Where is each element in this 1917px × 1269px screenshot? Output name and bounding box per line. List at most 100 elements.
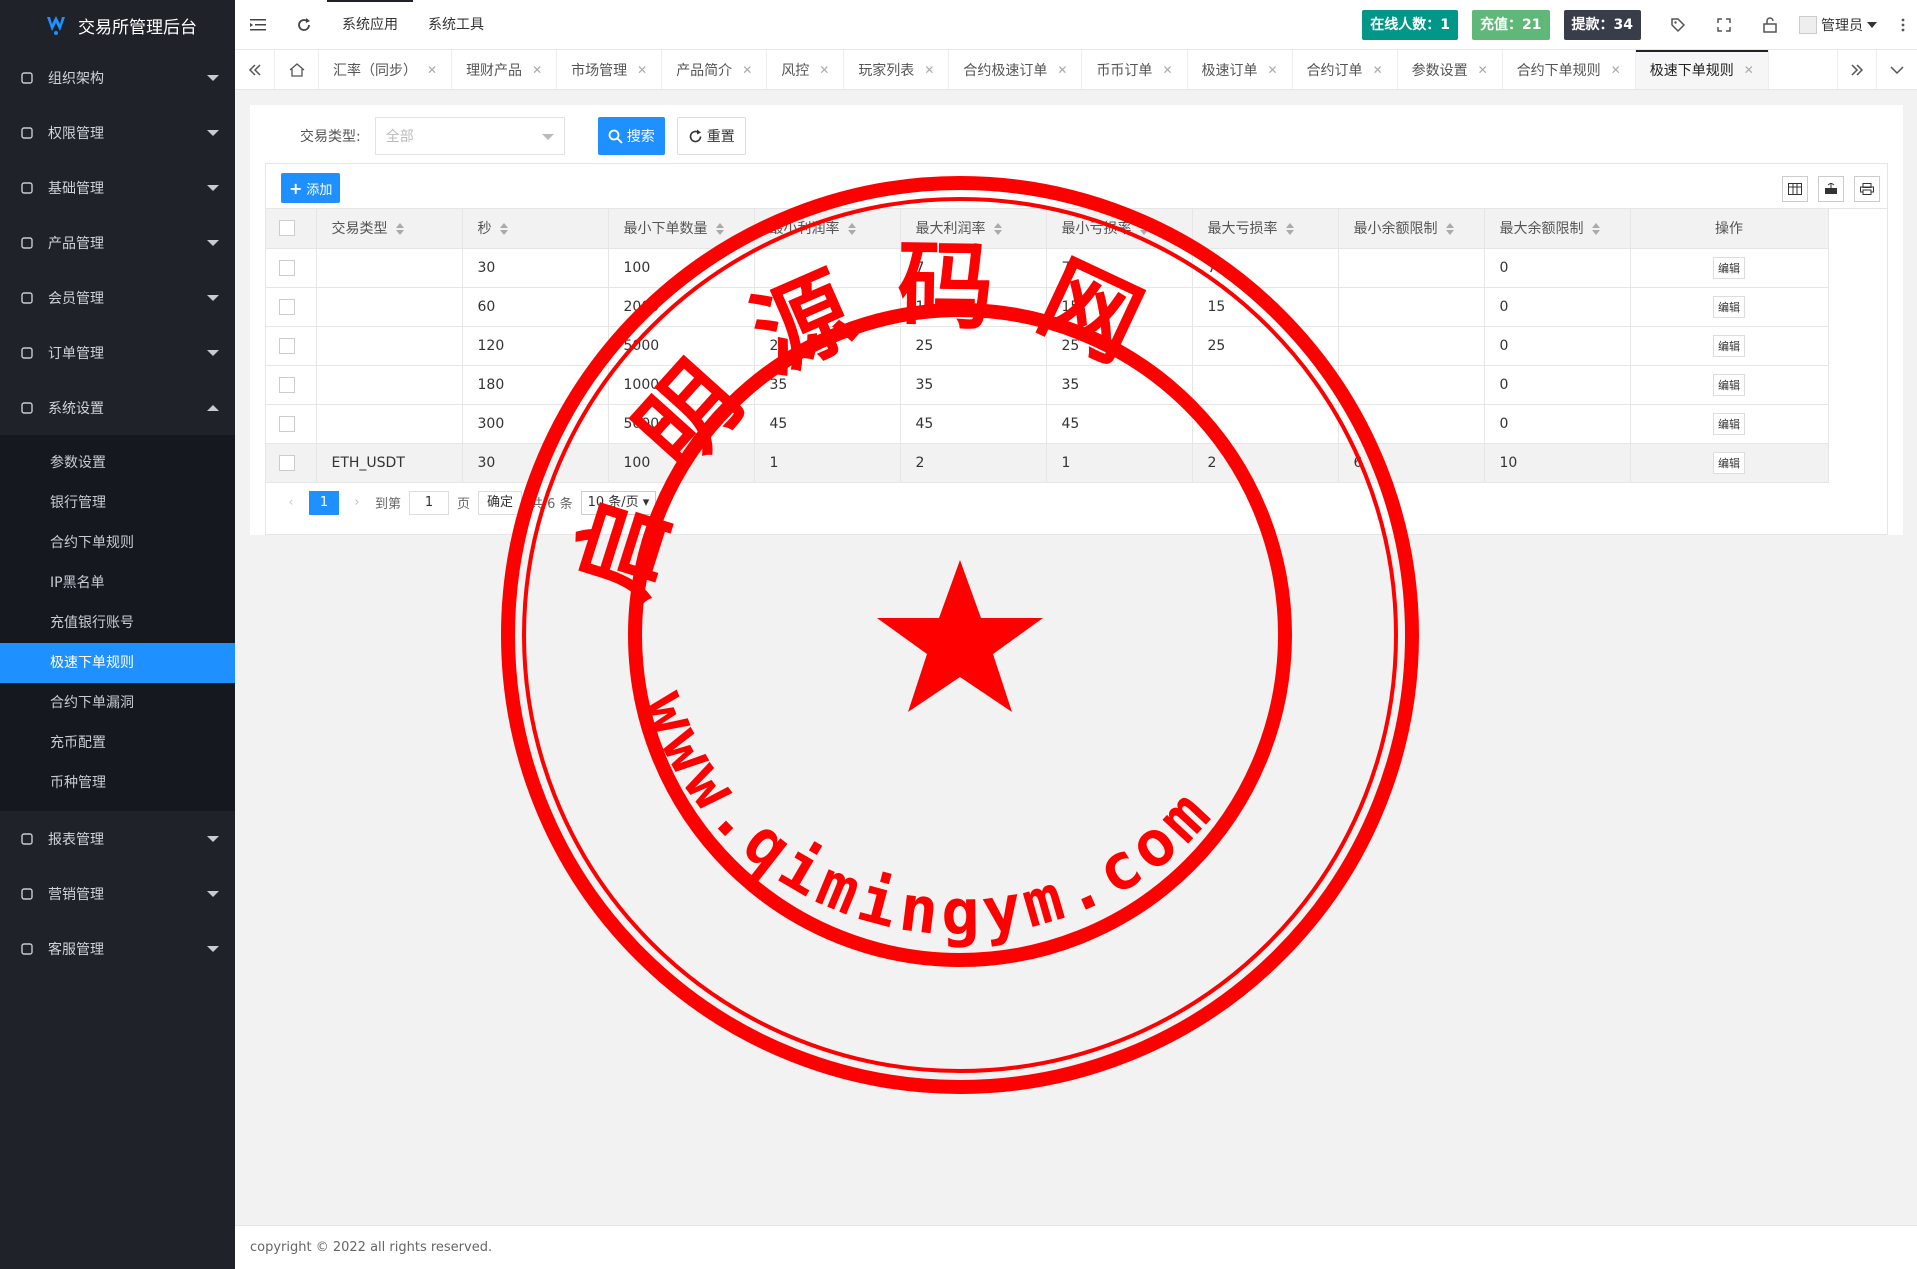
online-count-badge[interactable]: 在线人数：1: [1362, 9, 1459, 40]
tab-item[interactable]: 合约订单 ✕: [1293, 50, 1398, 89]
page-confirm-button[interactable]: 确定: [478, 490, 523, 515]
column-header[interactable]: 最小下单数量: [608, 209, 755, 249]
column-header[interactable]: 最小余额限制: [1338, 209, 1485, 249]
add-button[interactable]: + 添加: [281, 173, 341, 203]
recharge-count-badge[interactable]: 充值：21: [1472, 9, 1550, 40]
trade-type-select[interactable]: 全部: [374, 117, 565, 155]
next-page-icon[interactable]: ›: [347, 495, 367, 510]
close-icon[interactable]: ✕: [1162, 63, 1172, 77]
tab-item[interactable]: 参数设置 ✕: [1398, 50, 1503, 89]
submenu-item[interactable]: 合约下单规则: [0, 523, 235, 563]
app-logo[interactable]: 交易所管理后台: [0, 0, 235, 50]
tab-item[interactable]: 产品简介 ✕: [662, 50, 768, 89]
more-vertical-icon[interactable]: [1889, 0, 1917, 50]
close-icon[interactable]: ✕: [742, 63, 752, 77]
close-icon[interactable]: ✕: [924, 63, 934, 77]
tab-item[interactable]: 市场管理 ✕: [557, 50, 663, 89]
close-icon[interactable]: ✕: [1268, 63, 1278, 77]
table-row[interactable]: 120 5000 25 25 25 25 0 编辑: [266, 326, 1829, 366]
print-icon[interactable]: [1854, 176, 1880, 202]
admin-user-menu[interactable]: 管理员: [1799, 15, 1877, 35]
tabs-dropdown-icon[interactable]: [1877, 50, 1917, 89]
submenu-item[interactable]: 币种管理: [0, 763, 235, 803]
tab-item[interactable]: 风控 ✕: [767, 50, 845, 89]
submenu-item[interactable]: 极速下单规则: [0, 643, 235, 683]
tag-icon[interactable]: [1655, 0, 1701, 50]
sort-icon[interactable]: [847, 223, 856, 236]
row-checkbox[interactable]: [279, 298, 295, 315]
row-checkbox[interactable]: [279, 376, 295, 393]
search-button[interactable]: 搜索: [597, 117, 665, 155]
submenu-item[interactable]: IP黑名单: [0, 563, 235, 603]
close-icon[interactable]: ✕: [637, 63, 647, 77]
sidebar-item-t0[interactable]: 组织架构: [0, 50, 235, 105]
tabs-scroll-right-icon[interactable]: [1837, 50, 1877, 89]
close-icon[interactable]: ✕: [1478, 63, 1488, 77]
table-row[interactable]: 30 100 7 7 7 0 编辑: [266, 248, 1829, 288]
column-header[interactable]: 最大余额限制: [1484, 209, 1631, 249]
tab-item[interactable]: 汇率（同步） ✕: [319, 50, 453, 89]
reset-button[interactable]: 重置: [676, 117, 746, 155]
edit-button[interactable]: 编辑: [1713, 256, 1745, 279]
row-checkbox[interactable]: [279, 415, 295, 432]
sort-icon[interactable]: [1285, 223, 1294, 236]
sidebar-item-t3[interactable]: 产品管理: [0, 215, 235, 270]
edit-button[interactable]: 编辑: [1713, 451, 1745, 474]
sidebar-item-t2[interactable]: 基础管理: [0, 160, 235, 215]
fullscreen-icon[interactable]: [1701, 0, 1747, 50]
close-icon[interactable]: ✕: [427, 63, 437, 77]
submenu-item[interactable]: 参数设置: [0, 443, 235, 483]
collapse-menu-icon[interactable]: [235, 0, 281, 50]
table-row[interactable]: 60 2000 15 15 15 0 编辑: [266, 287, 1829, 327]
sidebar-item-b2[interactable]: 客服管理: [0, 921, 235, 976]
tab-item[interactable]: 理财产品 ✕: [452, 50, 558, 89]
row-checkbox[interactable]: [279, 259, 295, 276]
export-icon[interactable]: [1818, 176, 1844, 202]
sidebar-item-b1[interactable]: 营销管理: [0, 866, 235, 921]
table-row[interactable]: ETH_USDT 30 100 1 2 1 2 6 10 编辑: [266, 443, 1829, 483]
topbar-link-system-apps[interactable]: 系统应用: [327, 0, 413, 50]
current-page[interactable]: 1: [309, 490, 339, 515]
sort-icon[interactable]: [1591, 223, 1600, 236]
edit-button[interactable]: 编辑: [1713, 334, 1745, 357]
sidebar-item-t4[interactable]: 会员管理: [0, 270, 235, 325]
sort-icon[interactable]: [1139, 223, 1148, 236]
sidebar-item-t5[interactable]: 订单管理: [0, 325, 235, 380]
prev-page-icon[interactable]: ‹: [281, 495, 301, 510]
columns-filter-icon[interactable]: [1782, 176, 1808, 202]
sidebar-item-b0[interactable]: 报表管理: [0, 811, 235, 866]
sort-icon[interactable]: [499, 223, 508, 236]
submenu-item[interactable]: 充值银行账号: [0, 603, 235, 643]
close-icon[interactable]: ✕: [1611, 63, 1621, 77]
select-all-checkbox[interactable]: [279, 220, 295, 237]
sort-icon[interactable]: [395, 223, 404, 236]
sort-icon[interactable]: [715, 223, 724, 236]
tab-item[interactable]: 极速订单 ✕: [1188, 50, 1293, 89]
tab-item[interactable]: 合约下单规则 ✕: [1503, 50, 1636, 89]
close-icon[interactable]: ✕: [1057, 63, 1067, 77]
home-tab-icon[interactable]: [275, 50, 319, 89]
row-checkbox[interactable]: [279, 454, 295, 471]
lock-icon[interactable]: [1747, 0, 1793, 50]
edit-button[interactable]: 编辑: [1713, 295, 1745, 318]
page-input[interactable]: 1: [409, 490, 450, 515]
edit-button[interactable]: 编辑: [1713, 412, 1745, 435]
close-icon[interactable]: ✕: [532, 63, 542, 77]
refresh-icon[interactable]: [281, 0, 327, 50]
column-header[interactable]: 秒: [462, 209, 609, 249]
table-row[interactable]: 180 10000 35 35 35 0 编辑: [266, 365, 1829, 405]
table-row[interactable]: 300 50000 45 45 45 0 编辑: [266, 404, 1829, 444]
close-icon[interactable]: ✕: [1744, 63, 1754, 77]
column-header[interactable]: 最小利润率: [754, 209, 901, 249]
edit-button[interactable]: 编辑: [1713, 373, 1745, 396]
submenu-item[interactable]: 充币配置: [0, 723, 235, 763]
withdraw-count-badge[interactable]: 提款：34: [1563, 9, 1641, 40]
tabs-scroll-left-icon[interactable]: [235, 50, 275, 89]
per-page-select[interactable]: 10 条/页 ▾: [580, 490, 657, 515]
sidebar-item-t1[interactable]: 权限管理: [0, 105, 235, 160]
column-header[interactable]: 交易类型: [316, 209, 463, 249]
close-icon[interactable]: ✕: [1373, 63, 1383, 77]
column-header[interactable]: 最小亏损率: [1046, 209, 1193, 249]
sidebar-item-t6[interactable]: 系统设置: [0, 380, 235, 435]
tab-item[interactable]: 合约极速订单 ✕: [949, 50, 1083, 89]
